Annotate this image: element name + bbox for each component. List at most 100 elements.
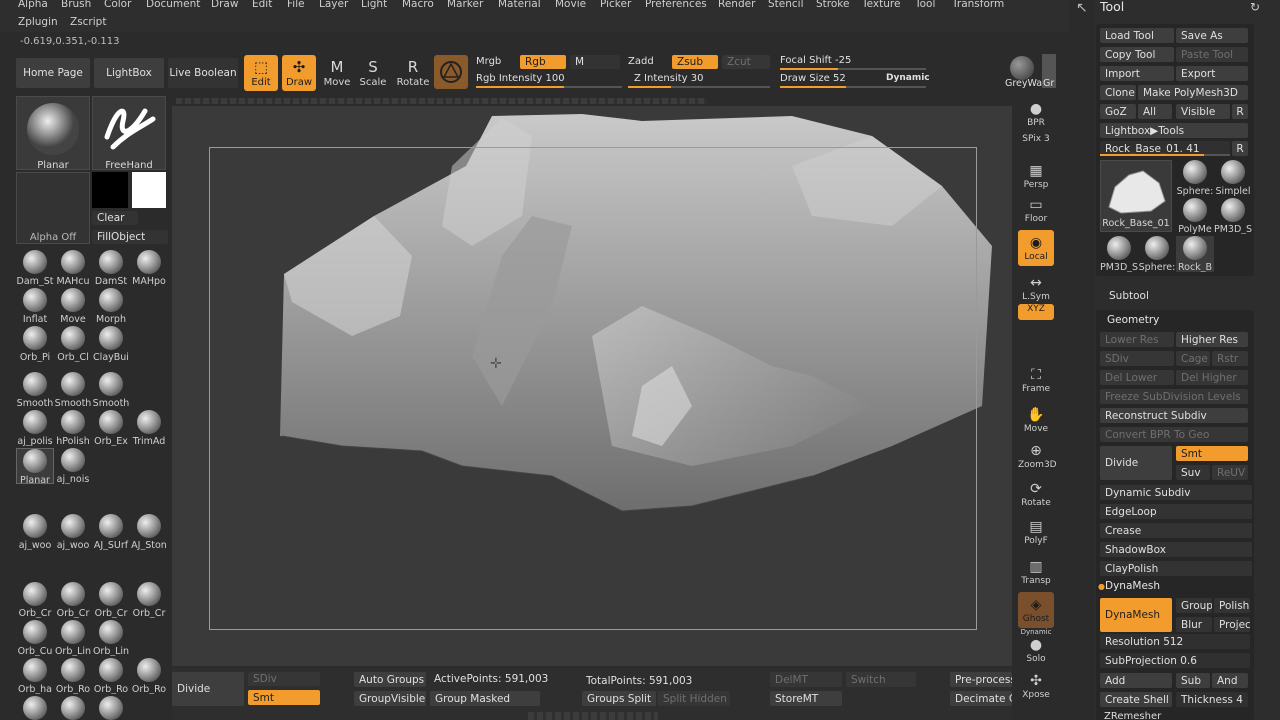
dock-frame[interactable]: ⛶ Frame xyxy=(1018,362,1054,398)
3d-viewport[interactable]: ✛ xyxy=(172,106,1012,666)
rstr-button[interactable]: Rstr xyxy=(1212,351,1248,366)
alpha-thumbnail[interactable]: Alpha Off xyxy=(16,172,90,244)
menu-stencil[interactable]: Stencil xyxy=(768,0,804,10)
brush-0-3[interactable]: MAHpo xyxy=(130,250,168,286)
live-boolean-button[interactable]: Live Boolean xyxy=(168,58,238,88)
dock-rotate[interactable]: ⟳ Rotate xyxy=(1018,476,1054,512)
clear-button[interactable]: Clear xyxy=(92,211,138,225)
brush-2-1[interactable]: Orb_Cl xyxy=(54,326,92,362)
save-as-button[interactable]: Save As xyxy=(1176,28,1248,43)
menu-draw[interactable]: Draw xyxy=(211,0,238,10)
edit-button[interactable]: ⬚ Edit xyxy=(244,55,278,91)
tool-thumb-7[interactable]: Rock_B xyxy=(1176,236,1214,272)
smt-toggle[interactable]: Smt xyxy=(1176,446,1248,461)
all-button[interactable]: All xyxy=(1138,104,1172,119)
menu-tool[interactable]: Tool xyxy=(915,0,935,10)
menu-layer[interactable]: Layer xyxy=(319,0,348,10)
brush-6-2[interactable]: AJ_SUrf xyxy=(92,514,130,550)
menu-file[interactable]: File xyxy=(287,0,305,10)
sdiv-slider[interactable]: SDiv xyxy=(1100,351,1174,366)
make-polymesh-button[interactable]: Make PolyMesh3D xyxy=(1138,85,1248,100)
move-button[interactable]: M Move xyxy=(320,55,354,91)
decimate-button[interactable]: Decimate C xyxy=(950,691,1012,706)
brush-0-0[interactable]: Dam_St xyxy=(16,250,54,286)
brush-1-2[interactable]: Morph xyxy=(92,288,130,324)
brush-7-2[interactable]: Orb_Cr xyxy=(92,582,130,618)
draw-size-slider[interactable]: Draw Size 52 xyxy=(780,73,846,84)
zremesher-header[interactable]: ZRemesher xyxy=(1104,711,1161,720)
dynamic-toggle[interactable]: Dynamic xyxy=(886,73,930,83)
dynamesh-button[interactable]: DynaMesh xyxy=(1100,598,1172,632)
zcut-toggle[interactable]: Zcut xyxy=(722,55,770,69)
tool-thumb-3[interactable]: PolyMe xyxy=(1176,198,1214,234)
menu-light[interactable]: Light xyxy=(361,0,387,10)
dock-ghost[interactable]: ◈ Ghost xyxy=(1018,592,1054,628)
rgb-intensity-slider[interactable]: Rgb Intensity 100 xyxy=(476,73,565,84)
auto-groups-button[interactable]: Auto Groups xyxy=(354,672,426,687)
dock-xpose[interactable]: ✣ Xpose xyxy=(1018,668,1054,704)
del-lower-button[interactable]: Del Lower xyxy=(1100,370,1174,385)
dock-spix[interactable]: SPix 3 xyxy=(1018,134,1054,146)
brush-1-1[interactable]: Move xyxy=(54,288,92,324)
del-higher-button[interactable]: Del Higher xyxy=(1176,370,1248,385)
lower-res-button[interactable]: Lower Res xyxy=(1100,332,1174,347)
group-masked-button[interactable]: Group Masked xyxy=(430,691,540,706)
refresh-icon[interactable]: ↻ xyxy=(1250,0,1260,14)
brush-3-2[interactable]: Smooth xyxy=(92,372,130,408)
menu-preferences[interactable]: Preferences xyxy=(645,0,707,10)
blur-slider[interactable]: Blur xyxy=(1176,617,1212,632)
dock-xyz[interactable]: XYZ xyxy=(1018,304,1054,320)
tool-thumb-5[interactable]: PM3D_S xyxy=(1100,236,1138,272)
import-button[interactable]: Import xyxy=(1100,66,1174,81)
suv-toggle[interactable]: Suv xyxy=(1176,465,1210,480)
material-swatch[interactable] xyxy=(434,55,468,89)
add-button[interactable]: Add xyxy=(1100,673,1172,688)
dock-transp[interactable]: ▥ Transp xyxy=(1018,554,1054,590)
brush-8-0[interactable]: Orb_Cu xyxy=(16,620,54,656)
split-hidden-button[interactable]: Split Hidden xyxy=(658,691,730,706)
brush-7-3[interactable]: Orb_Cr xyxy=(130,582,168,618)
brush-3-0[interactable]: Smooth xyxy=(16,372,54,408)
tool-thumb-6[interactable]: Sphere: xyxy=(1138,236,1176,272)
dock-bpr[interactable]: ● BPR xyxy=(1018,96,1054,132)
menu-document[interactable]: Document xyxy=(146,0,200,10)
project-toggle[interactable]: Project xyxy=(1214,617,1250,632)
and-button[interactable]: And xyxy=(1212,673,1248,688)
menu-brush[interactable]: Brush xyxy=(61,0,91,10)
sub-button[interactable]: Sub xyxy=(1176,673,1210,688)
brush-6-1[interactable]: aj_woo xyxy=(54,514,92,550)
brush-9-1[interactable]: Orb_Ro xyxy=(54,658,92,694)
brush-9-0[interactable]: Orb_ha xyxy=(16,658,54,694)
brush-extra-1[interactable] xyxy=(54,696,92,720)
claypolish-header[interactable]: ClayPolish xyxy=(1100,561,1252,576)
delmt-button[interactable]: DelMT xyxy=(770,672,842,687)
brush-extra-0[interactable] xyxy=(16,696,54,720)
subtool-header[interactable]: Subtool xyxy=(1109,290,1149,302)
cage-button[interactable]: Cage xyxy=(1176,351,1210,366)
brush-4-1[interactable]: hPolish xyxy=(54,410,92,446)
home-page-button[interactable]: Home Page xyxy=(16,58,90,88)
bottom-sdiv-slider[interactable]: SDiv xyxy=(248,672,320,686)
menu-movie[interactable]: Movie xyxy=(555,0,586,10)
freeze-subdiv-button[interactable]: Freeze SubDivision Levels xyxy=(1100,389,1248,404)
m-toggle[interactable]: M xyxy=(570,55,620,69)
copy-tool-button[interactable]: Copy Tool xyxy=(1100,47,1174,62)
viewport-scroll-strip[interactable] xyxy=(176,98,706,104)
brush-5-1[interactable]: aj_nois xyxy=(54,448,92,484)
menu-material[interactable]: Material xyxy=(498,0,541,10)
menu-edit[interactable]: Edit xyxy=(252,0,272,10)
dock-dynamic[interactable]: Dynamic xyxy=(1018,628,1054,636)
brush-4-0[interactable]: aj_polis xyxy=(16,410,54,446)
menu-texture[interactable]: Texture xyxy=(862,0,900,10)
convert-bpr-button[interactable]: Convert BPR To Geo xyxy=(1100,427,1248,442)
brush-2-2[interactable]: ClayBui xyxy=(92,326,130,362)
subprojection-slider[interactable]: SubProjection 0.6 xyxy=(1100,653,1250,668)
menu-zscript[interactable]: Zscript xyxy=(70,16,106,28)
brush-4-3[interactable]: TrimAd xyxy=(130,410,168,446)
storemt-button[interactable]: StoreMT xyxy=(770,691,842,706)
dock-zoom3d[interactable]: ⊕ Zoom3D xyxy=(1018,438,1057,474)
brush-0-2[interactable]: DamSt xyxy=(92,250,130,286)
lightbox-button[interactable]: LightBox xyxy=(94,58,164,88)
dynamic-subdiv-header[interactable]: Dynamic Subdiv xyxy=(1100,485,1252,500)
visible-button[interactable]: Visible xyxy=(1176,104,1230,119)
